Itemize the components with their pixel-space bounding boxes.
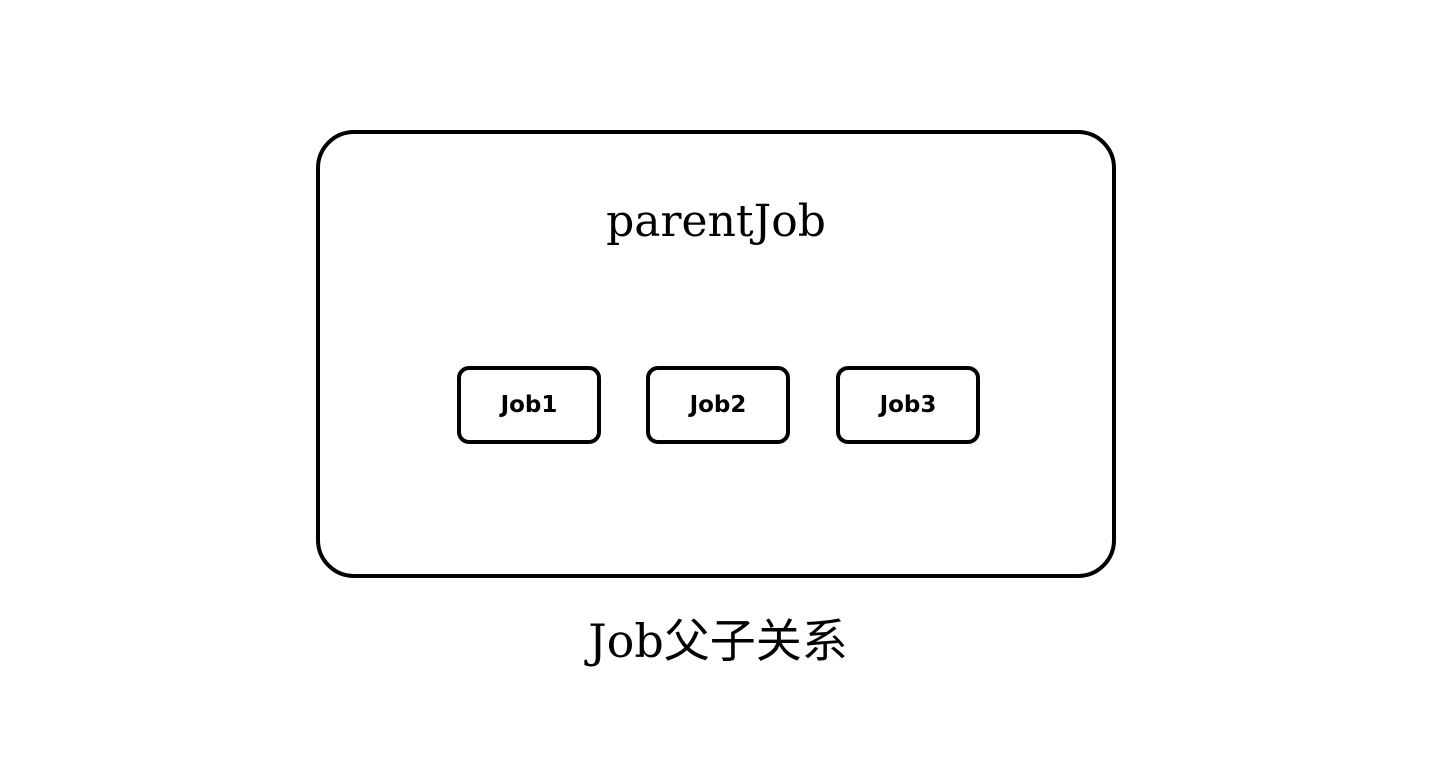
child-job-box-1: Job1 (457, 366, 601, 444)
child-job-box-2: Job2 (646, 366, 790, 444)
child-job-label-3: Job3 (879, 392, 937, 418)
diagram-caption: Job父子关系 (588, 614, 848, 668)
parent-job-box: parentJob Job1 Job2 Job3 (316, 130, 1116, 578)
parent-job-label: parentJob (606, 196, 826, 247)
child-job-box-3: Job3 (836, 366, 980, 444)
child-job-label-1: Job1 (500, 392, 558, 418)
child-job-label-2: Job2 (689, 392, 747, 418)
